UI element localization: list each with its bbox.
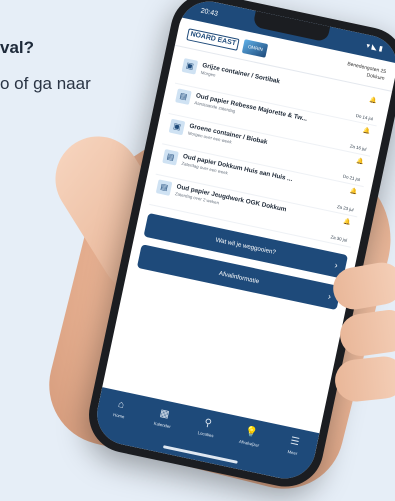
green-bin-icon: ▣	[168, 118, 186, 136]
bell-icon[interactable]: 🔔	[343, 218, 352, 226]
chevron-right-icon: ›	[333, 259, 339, 271]
logo-badge: OMRIN	[242, 39, 269, 58]
paper-icon: ▤	[155, 179, 173, 196]
bell-icon[interactable]: 🔔	[356, 157, 365, 165]
tab-home[interactable]: ⌂ Home	[95, 396, 141, 447]
chevron-right-icon: ›	[327, 291, 333, 302]
status-time: 20:43	[200, 6, 219, 18]
bell-icon[interactable]: 🔔	[369, 96, 378, 104]
tab-waste-guide[interactable]: 💡 Afvalwijzer	[225, 423, 271, 474]
status-icons: ▾ ◣ ▮	[365, 42, 384, 53]
background-subtext: o of ga naar	[0, 74, 91, 93]
item-date: Do 21 jul	[342, 173, 361, 183]
bell-icon[interactable]: 🔔	[349, 187, 358, 195]
item-date: Do 14 jul	[355, 112, 374, 122]
dispose-button-label: Wat wil je weggooien?	[215, 236, 277, 256]
tab-bar: ⌂ Home ▦ Kalender ⚲ Locaties 💡 Afvalwijz…	[91, 387, 320, 485]
item-date: Za 23 jul	[336, 204, 355, 213]
paper-icon: ▤	[175, 88, 192, 105]
paper-icon: ▤	[162, 148, 179, 166]
waste-info-button-label: Afvalinformatie	[218, 269, 260, 285]
bell-icon[interactable]: 🔔	[362, 127, 371, 135]
item-date: Za 16 jul	[349, 143, 367, 152]
item-date: Za 30 jul	[330, 234, 348, 243]
logo-text: NOARD EAST	[186, 28, 240, 51]
address[interactable]: Benedengoten 25 Dokkum	[345, 61, 387, 83]
phone: 20:43 ▾ ◣ ▮ NOARD EAST OMRIN Benedengote…	[81, 0, 395, 494]
tab-more[interactable]: ☰ Meer	[268, 433, 314, 484]
grey-bin-icon: ▣	[181, 58, 199, 75]
background-heading: val?	[0, 38, 35, 57]
